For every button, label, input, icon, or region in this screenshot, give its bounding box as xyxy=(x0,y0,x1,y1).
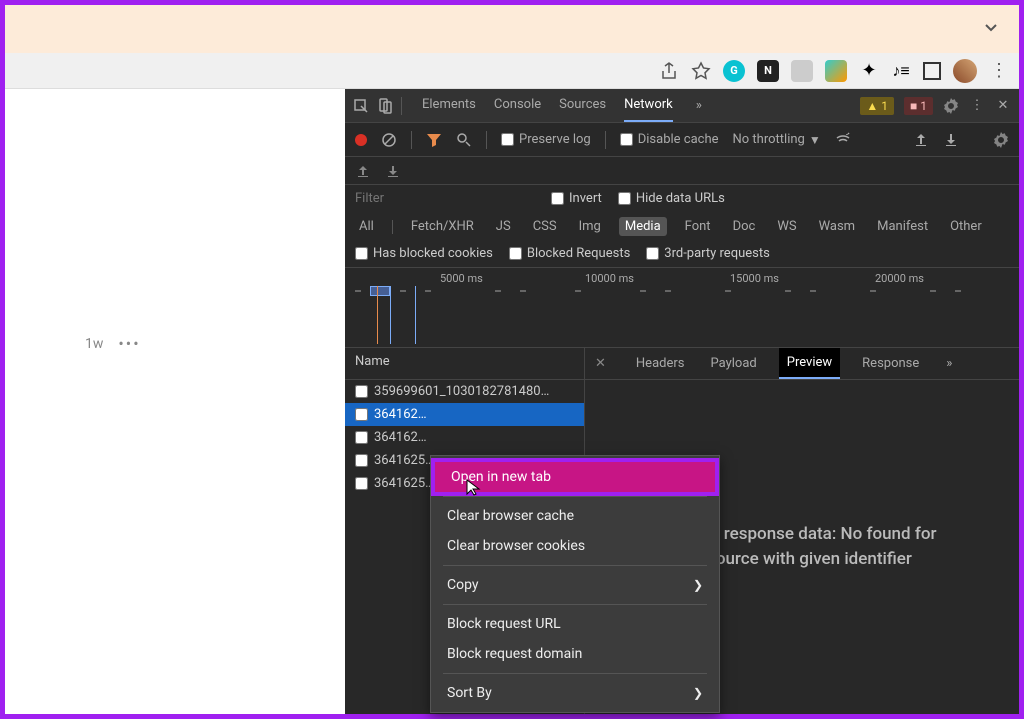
more-icon[interactable]: ⋮ xyxy=(989,61,1009,81)
kebab-icon[interactable]: ⋮ xyxy=(969,98,985,114)
upload-icon[interactable] xyxy=(355,163,371,179)
invert-check[interactable]: Invert xyxy=(551,191,602,206)
extension-icon[interactable]: G xyxy=(723,60,745,82)
more-tabs-icon[interactable]: » xyxy=(941,356,957,372)
tab-network[interactable]: Network xyxy=(624,89,673,122)
errors-badge[interactable]: ■ 1 xyxy=(904,97,933,115)
network-toolbar: Preserve log Disable cache No throttling… xyxy=(345,123,1019,157)
page-content: 1w ••• xyxy=(5,89,345,714)
tab-payload[interactable]: Payload xyxy=(707,349,761,378)
tab-response[interactable]: Response xyxy=(858,349,923,378)
tl-label: 5000 ms xyxy=(440,272,483,285)
extension-icon[interactable]: N xyxy=(757,60,779,82)
puzzle-icon[interactable]: ✦ xyxy=(859,61,879,81)
warnings-badge[interactable]: ▲ 1 xyxy=(860,97,894,115)
record-icon[interactable] xyxy=(355,134,367,146)
extension-icon[interactable] xyxy=(825,60,847,82)
type-media[interactable]: Media xyxy=(619,217,667,236)
ctx-copy[interactable]: Copy❯ xyxy=(431,570,719,600)
browser-toolbar: G N ✦ ♪≡ ⋮ xyxy=(5,53,1019,89)
share-icon[interactable] xyxy=(659,61,679,81)
star-icon[interactable] xyxy=(691,61,711,81)
ctx-block-domain[interactable]: Block request domain xyxy=(431,639,719,669)
search-icon[interactable] xyxy=(456,132,472,148)
timeline[interactable]: 5000 ms 10000 ms 15000 ms 20000 ms xyxy=(345,268,1019,348)
blocked-cookies-check[interactable]: Has blocked cookies xyxy=(355,246,493,261)
timestamp-label: 1w xyxy=(85,336,103,352)
name-column-header[interactable]: Name xyxy=(345,348,585,379)
type-manifest[interactable]: Manifest xyxy=(873,217,932,236)
request-detail-header: Name ✕ Headers Payload Preview Response … xyxy=(345,348,1019,380)
type-js[interactable]: JS xyxy=(492,217,515,236)
network-toolbar-2 xyxy=(345,157,1019,185)
request-row[interactable]: 359699601_1030182781480… xyxy=(345,380,584,403)
tl-label: 15000 ms xyxy=(730,272,779,285)
hide-data-urls-check[interactable]: Hide data URLs xyxy=(618,191,725,206)
notification-bar xyxy=(5,5,1019,53)
chevron-right-icon: ❯ xyxy=(693,686,703,700)
type-other[interactable]: Other xyxy=(946,217,986,236)
type-doc[interactable]: Doc xyxy=(729,217,760,236)
type-css[interactable]: CSS xyxy=(529,217,561,236)
type-img[interactable]: Img xyxy=(575,217,605,236)
tl-label: 20000 ms xyxy=(875,272,924,285)
ctx-clear-cache[interactable]: Clear browser cache xyxy=(431,501,719,531)
ctx-block-url[interactable]: Block request URL xyxy=(431,609,719,639)
tab-elements[interactable]: Elements xyxy=(422,89,476,122)
context-menu: Open in new tab Clear browser cache Clea… xyxy=(430,455,720,713)
type-fetch[interactable]: Fetch/XHR xyxy=(407,217,478,236)
preserve-log-check[interactable]: Preserve log xyxy=(501,132,591,147)
avatar[interactable] xyxy=(953,59,977,83)
upload-icon[interactable] xyxy=(913,132,929,148)
chevron-down-icon[interactable] xyxy=(983,19,999,39)
ctx-sort-by[interactable]: Sort By❯ xyxy=(431,678,719,708)
type-wasm[interactable]: Wasm xyxy=(815,217,860,236)
type-ws[interactable]: WS xyxy=(773,217,800,236)
type-filters: All Fetch/XHR JS CSS Img Media Font Doc … xyxy=(345,213,1019,240)
type-all[interactable]: All xyxy=(355,217,378,236)
filter-icon[interactable] xyxy=(426,132,442,148)
inspect-icon[interactable] xyxy=(353,98,369,114)
ctx-clear-cookies[interactable]: Clear browser cookies xyxy=(431,531,719,561)
filter-row: Invert Hide data URLs xyxy=(345,185,1019,213)
request-row[interactable]: 364162… xyxy=(345,426,584,449)
tab-sources[interactable]: Sources xyxy=(559,89,606,122)
download-icon[interactable] xyxy=(943,132,959,148)
extra-filters: Has blocked cookies Blocked Requests 3rd… xyxy=(345,240,1019,268)
tab-preview[interactable]: Preview xyxy=(779,348,840,379)
more-tabs-icon[interactable]: » xyxy=(691,98,707,114)
close-icon[interactable]: ✕ xyxy=(995,98,1011,114)
throttling-select[interactable]: No throttling ▼ xyxy=(733,132,821,147)
more-icon[interactable]: ••• xyxy=(118,334,140,353)
tab-console[interactable]: Console xyxy=(494,89,541,122)
disable-cache-check[interactable]: Disable cache xyxy=(620,132,719,147)
clear-icon[interactable] xyxy=(381,132,397,148)
music-icon[interactable]: ♪≡ xyxy=(891,61,911,81)
close-icon[interactable]: ✕ xyxy=(595,356,606,371)
tab-headers[interactable]: Headers xyxy=(632,349,689,378)
request-row[interactable]: 364162… xyxy=(345,403,584,426)
reader-icon[interactable] xyxy=(923,62,941,80)
devtools-header: Elements Console Sources Network » ▲ 1 ■… xyxy=(345,89,1019,123)
chevron-right-icon: ❯ xyxy=(693,578,703,592)
type-font[interactable]: Font xyxy=(681,217,715,236)
device-icon[interactable] xyxy=(377,98,393,114)
filter-input[interactable] xyxy=(355,191,535,206)
blocked-requests-check[interactable]: Blocked Requests xyxy=(509,246,630,261)
wifi-icon[interactable] xyxy=(835,132,851,148)
tl-label: 10000 ms xyxy=(585,272,634,285)
ctx-open-new-tab[interactable]: Open in new tab xyxy=(435,462,715,492)
download-icon[interactable] xyxy=(385,163,401,179)
extension-icon[interactable] xyxy=(791,60,813,82)
gear-icon[interactable] xyxy=(943,98,959,114)
gear-icon[interactable] xyxy=(993,132,1009,148)
third-party-check[interactable]: 3rd-party requests xyxy=(646,246,770,261)
